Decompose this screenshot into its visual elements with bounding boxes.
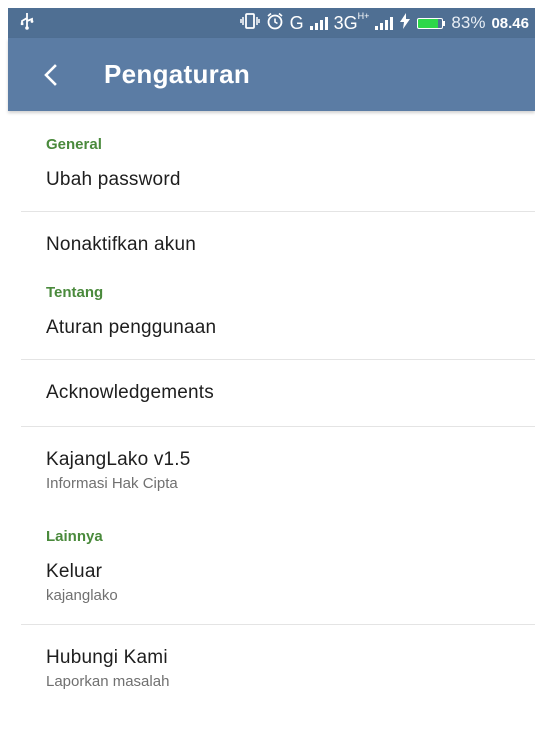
- app-version-item[interactable]: KajangLako v1.5 Informasi Hak Cipta: [0, 427, 535, 512]
- section-header-other: Lainnya: [46, 528, 103, 545]
- username-label: kajanglako: [46, 587, 118, 604]
- network-3g-indicator: 3G H+: [333, 10, 370, 34]
- lightning-icon: [399, 12, 411, 34]
- contact-us-label: Hubungi Kami: [46, 647, 168, 668]
- section-header-about: Tentang: [46, 284, 104, 301]
- status-bar: G 3G H+ 83% 08.46: [8, 8, 535, 38]
- logout-label: Keluar: [46, 561, 103, 582]
- usb-icon: [20, 12, 40, 35]
- signal-strength-icon-2: [375, 16, 394, 30]
- app-version-label: KajangLako v1.5: [46, 449, 191, 470]
- acknowledgements-item[interactable]: Acknowledgements: [0, 360, 535, 426]
- network-g-label: G: [289, 12, 304, 33]
- vibrate-icon: [239, 12, 260, 34]
- battery-icon: [417, 17, 446, 29]
- app-bar: Pengaturan: [8, 38, 535, 111]
- deactivate-account-label: Nonaktifkan akun: [46, 234, 197, 255]
- logout-item[interactable]: Keluar kajanglako: [0, 545, 535, 624]
- battery-level: [417, 17, 444, 29]
- change-password-label: Ubah password: [46, 169, 181, 190]
- deactivate-account-item[interactable]: Nonaktifkan akun: [0, 212, 535, 278]
- contact-us-item[interactable]: Hubungi Kami Laporkan masalah: [0, 625, 535, 700]
- network-3g-label: 3G: [333, 12, 358, 33]
- section-header-general: General: [46, 136, 102, 153]
- network-hplus-label: H+: [357, 10, 370, 21]
- page-title: Pengaturan: [104, 59, 251, 89]
- signal-strength-icon: [309, 16, 328, 30]
- copyright-info-label: Informasi Hak Cipta: [46, 475, 178, 492]
- back-arrow-icon: [44, 63, 57, 86]
- terms-of-use-label: Aturan penggunaan: [46, 317, 217, 338]
- back-button[interactable]: [22, 38, 80, 111]
- settings-list: General Ubah password Nonaktifkan akun T…: [0, 111, 535, 700]
- terms-of-use-item[interactable]: Aturan penggunaan: [0, 301, 535, 359]
- report-issue-label: Laporkan masalah: [46, 673, 170, 690]
- clock-time: 08.46: [491, 14, 529, 32]
- alarm-icon: [266, 12, 284, 35]
- status-icons: G 3G H+ 83% 08.46: [239, 10, 529, 35]
- battery-percent: 83%: [451, 13, 486, 32]
- change-password-item[interactable]: Ubah password: [0, 153, 535, 211]
- acknowledgements-label: Acknowledgements: [46, 382, 214, 403]
